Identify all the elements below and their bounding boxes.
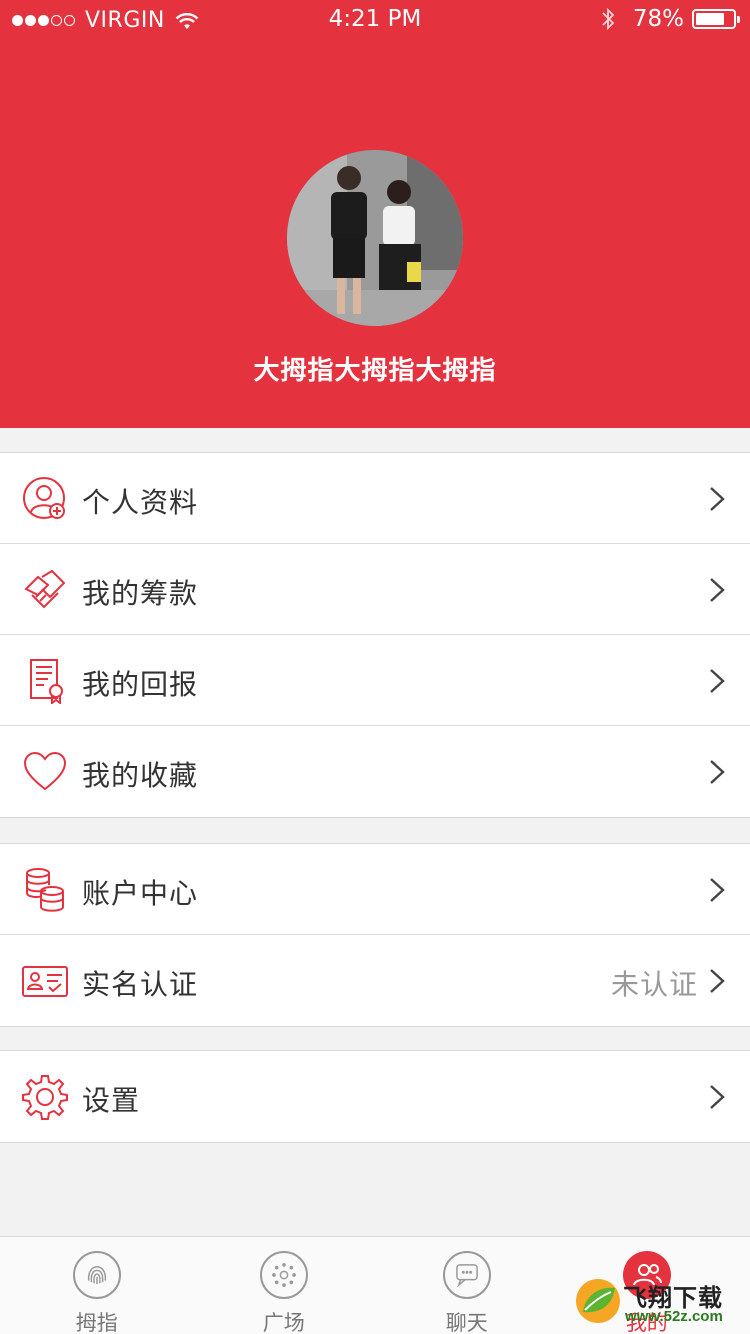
menu-item-favorites[interactable]: 我的收藏 [0, 726, 750, 817]
chat-icon [442, 1251, 491, 1299]
dots-circle-icon [259, 1251, 308, 1299]
battery-percent: 78% [632, 6, 684, 32]
watermark-url: www.52z.com [625, 1308, 723, 1325]
status-bar: VIRGIN 4:21 PM 78% [0, 0, 750, 40]
tab-thumb[interactable]: 拇指 [3, 1237, 191, 1334]
username[interactable]: 大拇指大拇指大拇指 [0, 350, 750, 387]
chevron-right-icon [710, 487, 725, 511]
id-card-icon [22, 966, 68, 997]
chevron-right-icon [710, 760, 725, 784]
tab-label: 广场 [262, 1311, 305, 1334]
menu-item-label: 我的收藏 [82, 759, 199, 792]
menu-group-settings: 设置 [0, 1050, 750, 1143]
bluetooth-icon [602, 7, 615, 31]
coins-icon [26, 868, 64, 912]
tab-chat[interactable]: 聊天 [373, 1237, 561, 1334]
menu-item-profile[interactable]: 个人资料 [0, 453, 750, 544]
menu-item-label: 实名认证 [82, 968, 199, 1001]
tab-label: 拇指 [75, 1311, 118, 1334]
chevron-right-icon [710, 578, 725, 602]
leaf-logo-icon [576, 1279, 620, 1323]
avatar[interactable] [287, 150, 463, 326]
handshake-icon [24, 569, 66, 609]
battery-icon [692, 9, 740, 29]
chevron-right-icon [710, 969, 725, 993]
menu-item-account-center[interactable]: 账户中心 [0, 844, 750, 935]
menu-item-verification[interactable]: 实名认证 未认证 [0, 935, 750, 1026]
menu-item-label: 账户中心 [82, 877, 199, 910]
gear-icon [22, 1075, 68, 1120]
chevron-right-icon [710, 878, 725, 902]
menu-item-settings[interactable]: 设置 [0, 1051, 750, 1142]
verification-status: 未认证 [610, 968, 698, 1001]
tab-square[interactable]: 广场 [190, 1237, 378, 1334]
menu-group-profile: 个人资料 我的筹款 我的回报 我的收藏 [0, 452, 750, 818]
heart-icon [23, 751, 67, 791]
watermark: 飞翔下载 www.52z.com [575, 1278, 747, 1332]
menu-item-label: 个人资料 [82, 486, 199, 519]
tab-label: 聊天 [445, 1311, 488, 1334]
menu-group-account: 账户中心 实名认证 未认证 [0, 843, 750, 1027]
menu-item-label: 我的回报 [82, 668, 199, 701]
profile-header: VIRGIN 4:21 PM 78% 大拇指大拇指大拇指 [0, 0, 750, 428]
menu-item-label: 设置 [82, 1084, 141, 1117]
avatar-photo [287, 150, 463, 326]
status-right: 78% [601, 6, 740, 32]
fingerprint-icon [72, 1251, 121, 1299]
user-add-icon [23, 477, 65, 519]
chevron-right-icon [710, 669, 725, 693]
menu-item-label: 我的筹款 [82, 577, 199, 610]
certificate-icon [30, 659, 63, 704]
chevron-right-icon [710, 1085, 725, 1109]
menu-item-fundraising[interactable]: 我的筹款 [0, 544, 750, 635]
menu-item-rewards[interactable]: 我的回报 [0, 635, 750, 726]
